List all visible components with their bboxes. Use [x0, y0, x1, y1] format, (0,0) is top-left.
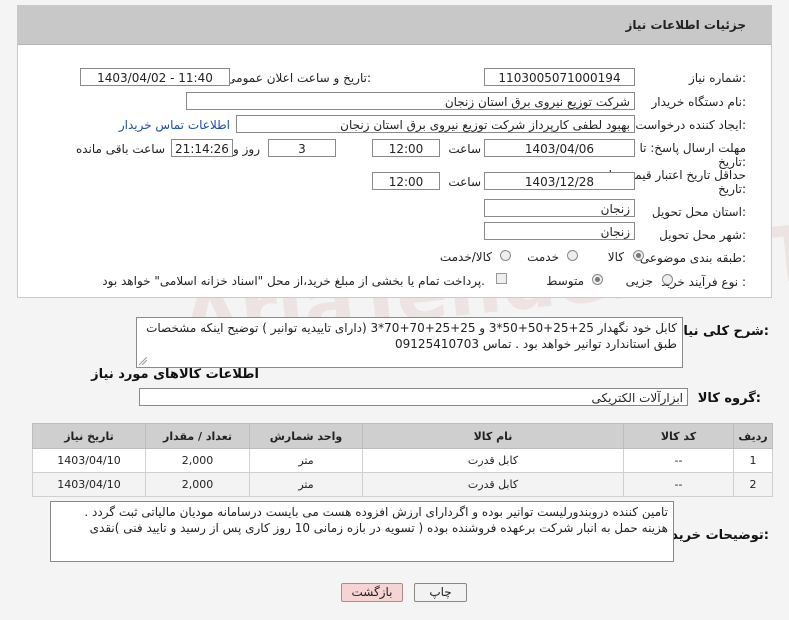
panel-header: جزئیات اطلاعات نیاز — [18, 6, 771, 45]
buyer-notes-textarea[interactable]: تامین کننده دروبندورلیست توانیر بوده و ا… — [50, 501, 674, 562]
creator-label: ایجاد کننده درخواست: — [635, 118, 746, 132]
page-title: جزئیات اطلاعات نیاز — [625, 18, 746, 32]
print-button[interactable]: چاپ — [414, 583, 467, 602]
buyer-notes-label: توضیحات خریدار: — [659, 528, 769, 543]
need-number-label: شماره نیاز: — [688, 71, 746, 85]
deadline-label-date: تاریخ: — [718, 155, 746, 169]
buyer-org-field[interactable]: شرکت توزیع نیروی برق استان زنجان — [186, 92, 635, 110]
table-row[interactable]: 1 -- کابل قدرت متر 2,000 1403/04/10 — [32, 448, 773, 473]
deadline-time-field[interactable]: 12:00 — [372, 139, 440, 157]
process-option-minor: جزیی — [625, 274, 653, 288]
price-validity-label-date: تاریخ: — [718, 182, 746, 196]
category-label: طبقه بندی موضوعی: — [639, 251, 746, 265]
category-radio-goods[interactable] — [633, 250, 644, 261]
need-number-field[interactable]: 1103005071000194 — [484, 68, 635, 86]
table-row[interactable]: 2 -- کابل قدرت متر 2,000 1403/04/10 — [32, 472, 773, 497]
col-need-date: تاریخ نیاز — [32, 423, 146, 449]
cell-unit: متر — [249, 448, 363, 473]
buyer-contact-link[interactable]: اطلاعات تماس خریدار — [119, 118, 230, 132]
back-button[interactable]: بازگشت — [341, 583, 403, 602]
price-validity-time-field[interactable]: 12:00 — [372, 172, 440, 190]
summary-text: کابل خود نگهدار 25+25+50+50*3 و 25+25+70… — [146, 321, 677, 351]
city-label: شهر محل تحویل: — [659, 228, 746, 242]
cell-quantity: 2,000 — [145, 448, 250, 473]
buyer-org-label: نام دستگاه خریدار: — [651, 95, 747, 109]
category-radio-service[interactable] — [567, 250, 578, 261]
category-option-goods-service: کالا/خدمت — [439, 250, 492, 264]
cell-need-date: 1403/04/10 — [32, 448, 146, 473]
process-radio-minor[interactable] — [662, 274, 673, 285]
summary-label: شرح کلی نیاز: — [675, 324, 769, 339]
cell-row-number: 1 — [733, 448, 773, 473]
city-field[interactable]: زنجان — [484, 222, 635, 240]
days-remaining-field[interactable]: 3 — [268, 139, 336, 157]
resize-grip-icon[interactable] — [139, 357, 147, 365]
cell-item-name: کابل قدرت — [362, 472, 624, 497]
creator-field[interactable]: بهبود لطفی کارپرداز شرکت توزیع نیروی برق… — [236, 115, 635, 133]
process-option-medium: متوسط — [546, 274, 584, 288]
payment-note: پرداخت تمام یا بخشی از مبلغ خرید،از محل … — [102, 274, 485, 288]
col-unit: واحد شمارش — [249, 423, 363, 449]
days-label: روز و — [233, 142, 260, 156]
col-quantity: تعداد / مقدار — [145, 423, 250, 449]
remaining-time-field[interactable]: 21:14:26 — [171, 139, 233, 157]
col-item-name: نام کالا — [362, 423, 624, 449]
process-radio-medium[interactable] — [592, 274, 603, 285]
cell-quantity: 2,000 — [145, 472, 250, 497]
price-validity-time-label: ساعت — [448, 175, 481, 189]
price-validity-date-field[interactable]: 1403/12/28 — [484, 172, 635, 190]
goods-group-label: گروه کالا: — [697, 391, 761, 406]
announce-label: تاریخ و ساعت اعلان عمومی: — [226, 71, 371, 85]
col-item-code: کد کالا — [623, 423, 734, 449]
buyer-notes-text: تامین کننده دروبندورلیست توانیر بوده و ا… — [84, 505, 668, 535]
cell-item-code: -- — [623, 448, 734, 473]
treasury-checkbox[interactable] — [496, 273, 507, 284]
deadline-date-field[interactable]: 1403/04/06 — [484, 139, 635, 157]
cell-unit: متر — [249, 472, 363, 497]
deadline-label: مهلت ارسال پاسخ: تا — [639, 141, 746, 155]
province-label: استان محل تحویل: — [651, 205, 746, 219]
items-table: ردیف کد کالا نام کالا واحد شمارش تعداد /… — [32, 423, 773, 497]
items-section-title: اطلاعات کالاهای مورد نیاز — [91, 367, 259, 382]
remaining-label: ساعت باقی مانده — [75, 142, 165, 156]
cell-need-date: 1403/04/10 — [32, 472, 146, 497]
table-header-row: ردیف کد کالا نام کالا واحد شمارش تعداد /… — [32, 423, 773, 449]
cell-row-number: 2 — [733, 472, 773, 497]
province-field[interactable]: زنجان — [484, 199, 635, 217]
cell-item-name: کابل قدرت — [362, 448, 624, 473]
process-label: نوع فرآیند خرید : — [661, 275, 746, 289]
goods-group-field[interactable]: ابزارآلات الکتریکی — [139, 388, 688, 406]
summary-textarea[interactable]: کابل خود نگهدار 25+25+50+50*3 و 25+25+70… — [136, 317, 683, 368]
col-row-number: ردیف — [733, 423, 773, 449]
category-option-goods: کالا — [607, 250, 624, 264]
cell-item-code: -- — [623, 472, 734, 497]
category-radio-goods-service[interactable] — [500, 250, 511, 261]
announce-field[interactable]: 1403/04/02 - 11:40 — [80, 68, 230, 86]
deadline-time-label: ساعت — [448, 142, 481, 156]
category-option-service: خدمت — [527, 250, 559, 264]
